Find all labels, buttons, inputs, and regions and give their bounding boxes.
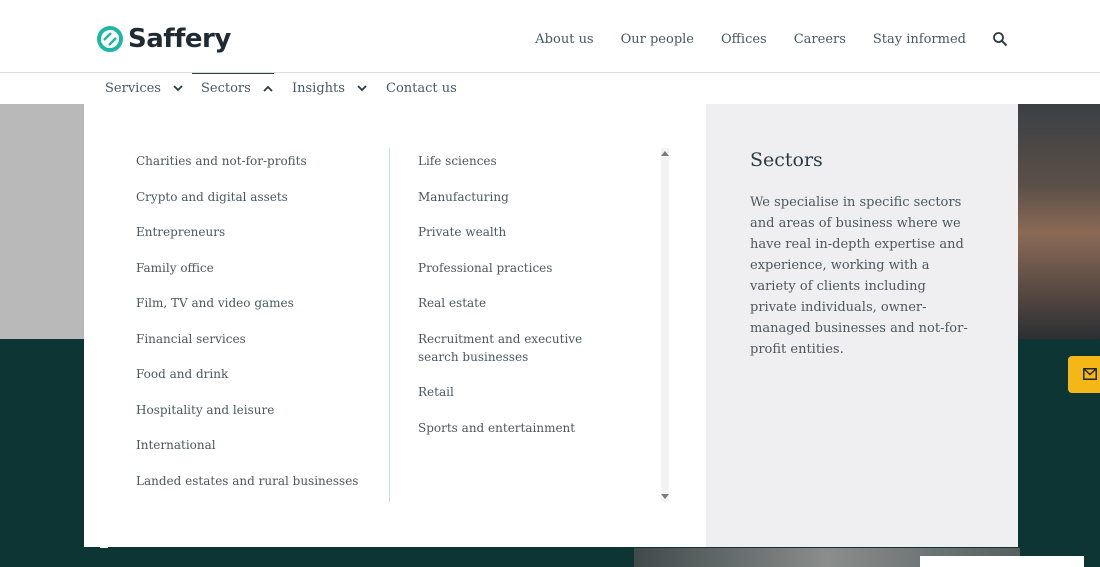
- nav-offices[interactable]: Offices: [721, 32, 767, 47]
- site-logo[interactable]: Saffery: [96, 24, 231, 54]
- sector-link[interactable]: Crypto and digital assets: [136, 188, 288, 206]
- active-tab-indicator: [192, 73, 274, 74]
- sectors-mega-menu: Charities and not-for-profits Crypto and…: [84, 104, 1018, 547]
- nav-careers[interactable]: Careers: [794, 32, 846, 47]
- search-icon[interactable]: [992, 31, 1008, 47]
- sector-link[interactable]: Family office: [136, 259, 214, 277]
- scroll-up-arrow-icon[interactable]: [661, 150, 669, 158]
- nav-stay-informed[interactable]: Stay informed: [873, 32, 966, 47]
- sector-link[interactable]: Film, TV and video games: [136, 294, 294, 312]
- subnav-contact-us[interactable]: Contact us: [386, 81, 457, 96]
- top-nav: About us Our people Offices Careers Stay…: [508, 31, 1008, 47]
- subnav-services-label: Services: [105, 81, 161, 96]
- info-panel-title: Sectors: [750, 149, 823, 171]
- sub-nav: Services Sectors Insights Contact us: [0, 73, 1100, 104]
- sectors-info-panel: Sectors We specialise in specific sector…: [706, 104, 1018, 547]
- mail-button[interactable]: [1068, 356, 1100, 393]
- chevron-down-icon: [357, 85, 367, 92]
- sector-link[interactable]: Entrepreneurs: [136, 223, 225, 241]
- subnav-contact-label: Contact us: [386, 81, 457, 96]
- sector-link[interactable]: Retail: [418, 383, 618, 401]
- sector-link[interactable]: Financial services: [136, 330, 246, 348]
- sector-link[interactable]: Charities and not-for-profits: [136, 152, 307, 170]
- sector-link[interactable]: International: [136, 436, 216, 454]
- menu-scrollbar[interactable]: [661, 148, 669, 502]
- sector-link[interactable]: Landed estates and rural businesses: [136, 472, 358, 490]
- sector-link[interactable]: Real estate: [418, 294, 618, 312]
- chevron-down-icon: [173, 85, 183, 92]
- hero-photo: [1018, 104, 1100, 339]
- subnav-insights-label: Insights: [292, 81, 345, 96]
- sector-link[interactable]: Life sciences: [418, 152, 618, 170]
- subnav-sectors-label: Sectors: [201, 81, 251, 96]
- sector-link[interactable]: Recruitment and executive search busines…: [418, 330, 618, 366]
- subnav-insights[interactable]: Insights: [292, 81, 367, 96]
- nav-about-us[interactable]: About us: [535, 32, 593, 47]
- subnav-sectors[interactable]: Sectors: [201, 81, 273, 96]
- sector-link[interactable]: Food and drink: [136, 365, 228, 383]
- brand-name: Saffery: [128, 24, 231, 54]
- saffery-logo-icon: [97, 26, 123, 52]
- column-divider: [389, 148, 390, 502]
- sector-link[interactable]: Private wealth: [418, 223, 618, 241]
- sector-link[interactable]: Professional practices: [418, 259, 618, 277]
- chevron-up-icon: [263, 85, 273, 92]
- section-card: [920, 556, 1084, 567]
- sector-link[interactable]: Sports and entertainment: [418, 419, 618, 437]
- info-panel-description: We specialise in specific sectors and ar…: [750, 195, 968, 357]
- sector-link[interactable]: Manufacturing: [418, 188, 618, 206]
- subnav-services[interactable]: Services: [105, 81, 183, 96]
- scroll-down-arrow-icon[interactable]: [661, 492, 669, 500]
- site-header: Saffery About us Our people Offices Care…: [0, 0, 1100, 73]
- sector-link[interactable]: Hospitality and leisure: [136, 401, 274, 419]
- mail-icon: [1083, 368, 1097, 380]
- nav-our-people[interactable]: Our people: [621, 32, 694, 47]
